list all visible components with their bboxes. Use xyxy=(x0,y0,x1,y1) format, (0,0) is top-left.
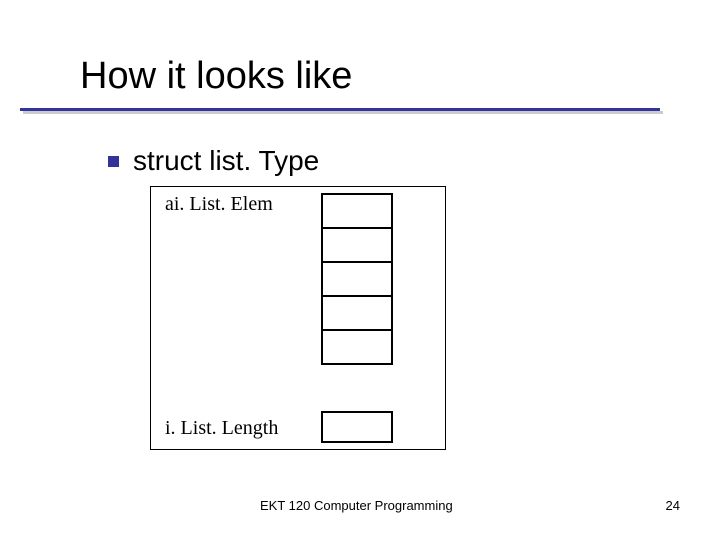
label-length: i. List. Length xyxy=(165,417,278,440)
array-cell xyxy=(321,329,393,365)
slide: How it looks like struct list. Type ai. … xyxy=(0,0,720,540)
diagram-container: ai. List. Elem i. List. Length xyxy=(150,186,446,450)
slide-title: How it looks like xyxy=(80,55,352,97)
square-bullet-icon xyxy=(108,156,119,167)
title-underline-shadow xyxy=(23,111,663,114)
title-underline xyxy=(20,108,660,111)
length-cell xyxy=(321,411,393,443)
footer-course: EKT 120 Computer Programming xyxy=(260,498,453,513)
array-cell xyxy=(321,295,393,331)
slide-title-area: How it looks like xyxy=(80,55,352,98)
label-array-elem: ai. List. Elem xyxy=(165,193,273,216)
bullet-row: struct list. Type xyxy=(108,145,319,177)
array-cell xyxy=(321,261,393,297)
slide-number: 24 xyxy=(666,498,680,513)
array-stack xyxy=(321,193,393,363)
bullet-text: struct list. Type xyxy=(133,145,319,177)
array-cell xyxy=(321,193,393,229)
array-cell xyxy=(321,227,393,263)
